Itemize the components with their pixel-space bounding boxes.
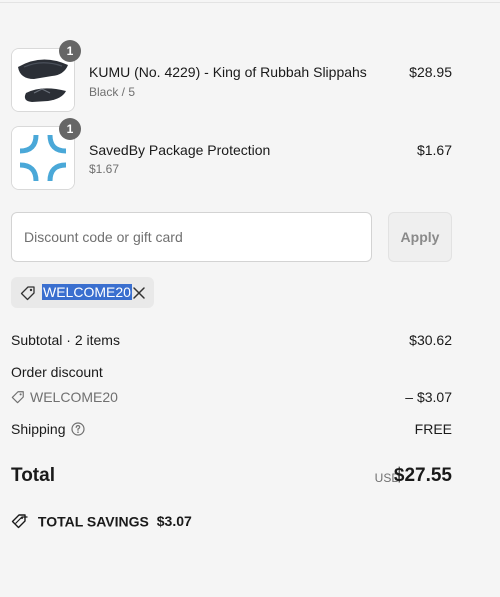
subtotal-row: Subtotal · 2 items $30.62 — [11, 332, 452, 348]
item-variant: Black / 5 — [89, 85, 136, 99]
line-item: 1 KUMU (No. 4229) - King of Rubbah Slipp… — [11, 40, 452, 112]
tag-icon — [20, 286, 35, 301]
item-price: $1.67 — [416, 142, 452, 158]
item-price: $28.95 — [409, 64, 452, 80]
savings-tag-icon — [11, 514, 28, 529]
order-discount-code: WELCOME20 — [30, 389, 118, 405]
quantity-badge: 1 — [59, 118, 81, 140]
shipping-label: Shipping — [11, 421, 66, 437]
discount-code-input[interactable] — [11, 212, 372, 262]
shipping-value: FREE — [414, 421, 452, 437]
applied-discount-chip: WELCOME20 — [11, 277, 154, 308]
applied-discount-code[interactable]: WELCOME20 — [42, 284, 132, 300]
tag-icon — [11, 391, 24, 404]
shipping-row: Shipping FREE — [11, 421, 452, 437]
line-item: 1 SavedBy Package Protection $1.67 $1.67 — [11, 118, 452, 190]
quantity-badge: 1 — [59, 40, 81, 62]
subtotal-value: $30.62 — [409, 332, 452, 348]
item-title: SavedBy Package Protection — [89, 142, 271, 158]
apply-discount-button[interactable]: Apply — [388, 212, 452, 262]
top-divider — [0, 2, 500, 3]
help-icon[interactable] — [71, 422, 85, 436]
total-label: Total — [11, 465, 55, 486]
subtotal-label: Subtotal · 2 items — [11, 332, 120, 348]
item-title: KUMU (No. 4229) - King of Rubbah Slippah… — [89, 64, 367, 80]
total-savings-label: TOTAL SAVINGS — [37, 513, 149, 530]
total-savings-value: $3.07 — [156, 513, 192, 530]
order-discount-value: – $3.07 — [405, 389, 452, 405]
close-icon[interactable] — [132, 286, 146, 300]
order-discount-label: Order discount — [11, 364, 103, 380]
item-subtitle: $1.67 — [89, 162, 120, 176]
total-savings: TOTAL SAVINGS $3.07 — [11, 512, 192, 529]
total-amount: $27.55 — [393, 465, 452, 486]
